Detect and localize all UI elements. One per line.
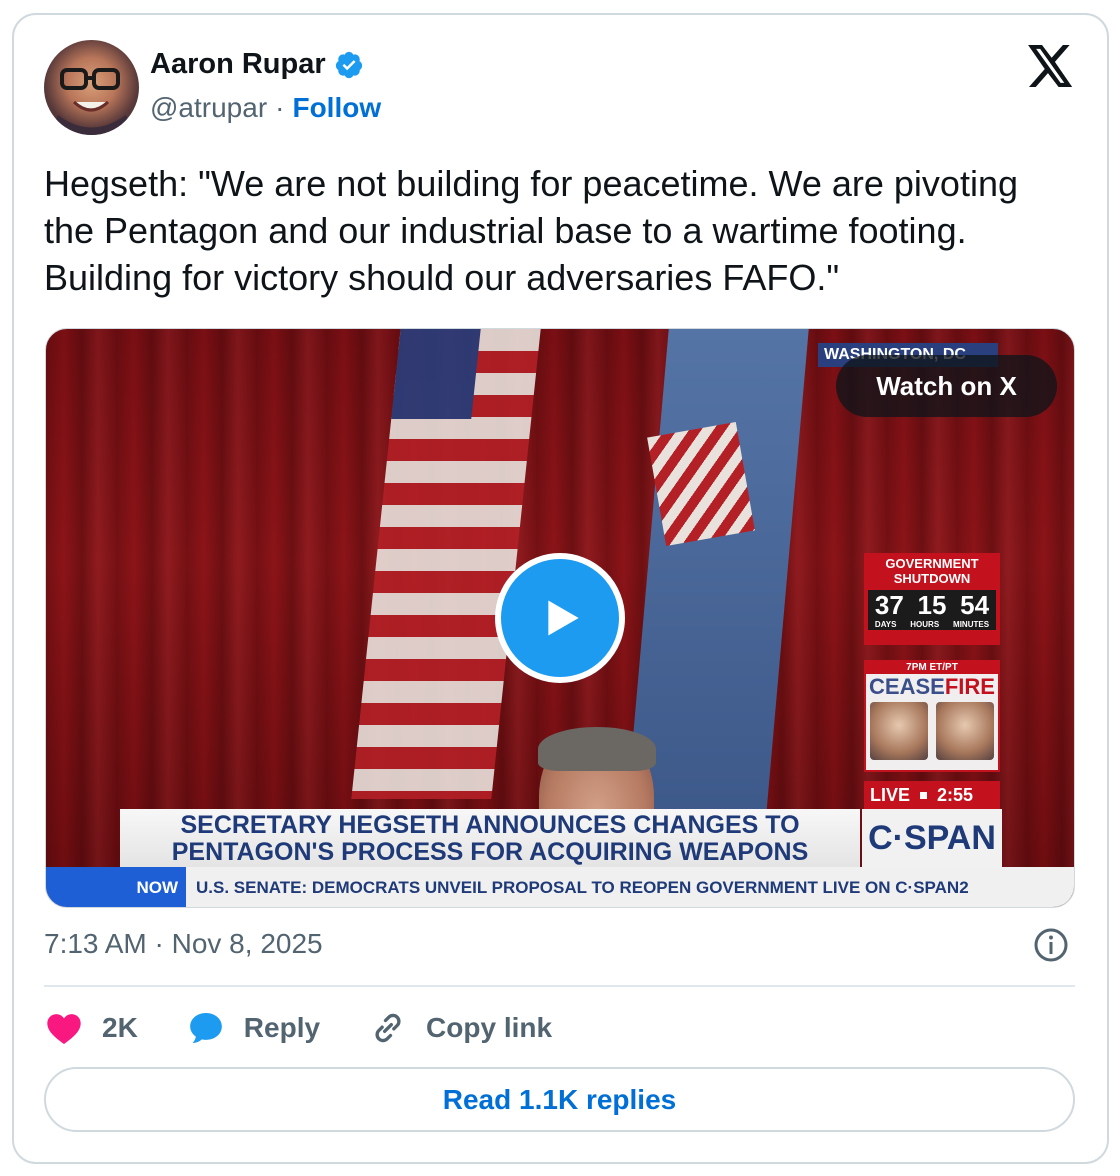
shutdown-hours: 15 bbox=[917, 590, 947, 620]
ceasefire-cease: CEASE bbox=[869, 674, 945, 699]
live-indicator: LIVE 2:55 bbox=[864, 781, 1000, 809]
military-flag-image bbox=[623, 329, 809, 849]
us-flag-image bbox=[351, 329, 541, 799]
shutdown-title-1: GOVERNMENT bbox=[885, 556, 979, 571]
reply-button[interactable]: Reply bbox=[186, 1008, 320, 1048]
like-count: 2K bbox=[102, 1012, 138, 1043]
separator: · bbox=[275, 92, 285, 123]
play-icon bbox=[548, 600, 579, 636]
ceasefire-fire: FIRE bbox=[944, 674, 995, 699]
shutdown-counter: GOVERNMENT SHUTDOWN 37 15 54 DAYS HOURS … bbox=[864, 553, 1000, 645]
tweet-timestamp[interactable]: 7:13 AM · Nov 8, 2025 bbox=[44, 928, 323, 960]
watch-on-x-button[interactable]: Watch on X bbox=[836, 355, 1057, 417]
author-handle[interactable]: @atrupar bbox=[150, 92, 267, 124]
reply-label: Reply bbox=[243, 1012, 321, 1043]
shutdown-title-2: SHUTDOWN bbox=[893, 571, 971, 586]
play-button[interactable] bbox=[495, 553, 625, 683]
live-dot-icon bbox=[920, 791, 928, 799]
read-replies-button[interactable]: Read 1.1K replies bbox=[44, 1067, 1075, 1132]
like-button[interactable]: 2K bbox=[44, 1008, 138, 1048]
reply-bubble-icon bbox=[189, 1013, 222, 1043]
hours-label: HOURS bbox=[910, 620, 940, 629]
shutdown-days: 37 bbox=[874, 590, 904, 620]
live-time: 2:55 bbox=[937, 784, 974, 805]
days-label: DAYS bbox=[874, 620, 897, 629]
divider bbox=[44, 985, 1075, 987]
small-flag-image bbox=[647, 422, 755, 546]
copy-link-button[interactable]: Copy link bbox=[368, 1008, 552, 1048]
headline-banner: SECRETARY HEGSETH ANNOUNCES CHANGES TO P… bbox=[120, 809, 860, 867]
speaker-hair-image bbox=[538, 727, 656, 771]
author-name-row: Aaron Rupar bbox=[150, 48, 364, 81]
headline-line-2: PENTAGON'S PROCESS FOR ACQUIRING WEAPONS bbox=[171, 838, 809, 866]
ceasefire-promo: 7PM ET/PT CEASEFIRE bbox=[864, 660, 1000, 772]
copy-link-label: Copy link bbox=[426, 1012, 553, 1043]
cspan-logo: C·SPAN bbox=[862, 809, 1002, 867]
author-handle-row: @atrupar · Follow bbox=[150, 92, 381, 124]
host-photo-2 bbox=[936, 702, 994, 760]
ceasefire-time: 7PM ET/PT bbox=[866, 662, 998, 674]
heart-icon bbox=[47, 1014, 81, 1044]
action-bar: 2K Reply Copy link bbox=[44, 1008, 600, 1048]
host-photo-1 bbox=[870, 702, 928, 760]
link-icon bbox=[375, 1013, 401, 1043]
minutes-label: MINUTES bbox=[953, 620, 990, 629]
tweet-text: Hegseth: "We are not building for peacet… bbox=[44, 163, 1018, 298]
ticker-message: U.S. SENATE: DEMOCRATS UNVEIL PROPOSAL T… bbox=[196, 878, 969, 897]
video-player[interactable]: WASHINGTON, DC Watch on X GOVERNMENT SHU… bbox=[45, 328, 1075, 908]
live-label: LIVE bbox=[870, 784, 911, 805]
ticker-now-label: NOW bbox=[46, 867, 186, 907]
author-name[interactable]: Aaron Rupar bbox=[150, 48, 326, 81]
news-ticker: NOW U.S. SENATE: DEMOCRATS UNVEIL PROPOS… bbox=[46, 867, 1074, 907]
follow-link[interactable]: Follow bbox=[292, 92, 381, 124]
verified-badge-icon bbox=[335, 51, 362, 78]
headline-line-1: SECRETARY HEGSETH ANNOUNCES CHANGES TO bbox=[180, 811, 800, 839]
avatar[interactable] bbox=[44, 40, 139, 135]
x-logo-icon[interactable] bbox=[1028, 45, 1074, 87]
shutdown-minutes: 54 bbox=[960, 590, 990, 620]
info-icon[interactable] bbox=[1033, 927, 1069, 963]
